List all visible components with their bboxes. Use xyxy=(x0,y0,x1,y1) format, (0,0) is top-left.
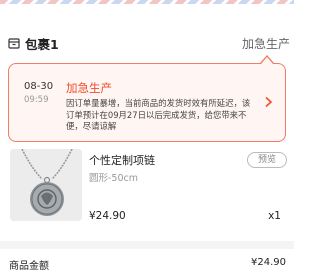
notice-date: 08-30 xyxy=(24,81,54,92)
package-header: 包裹1 加急生产 xyxy=(8,32,290,54)
notice-heading: 加急生产 xyxy=(66,81,112,95)
amount-row: 商品金额 ¥24.90 xyxy=(0,249,294,274)
notice-time: 09:59 xyxy=(24,95,49,105)
notice-body: 因订单量暴增，当前商品的发货时效有所延迟，该订单预计在09月27日以后完成发货，… xyxy=(66,98,251,131)
package-title: 包裹1 xyxy=(25,36,59,52)
product-price: ¥24.90 xyxy=(89,210,126,222)
product-image[interactable] xyxy=(10,149,82,221)
section-divider xyxy=(0,241,294,249)
necklace-pendant-image xyxy=(10,149,82,221)
product-name[interactable]: 个性定制项链 xyxy=(89,152,155,168)
preview-button[interactable]: 预览 xyxy=(247,152,287,168)
amount-label: 商品金额 xyxy=(9,261,49,272)
product-spec: 圆形-50cm xyxy=(89,173,138,184)
package-status: 加急生产 xyxy=(241,36,290,51)
production-notice[interactable]: 08-30 09:59 加急生产 因订单量暴增，当前商品的发货时效有所延迟，该订… xyxy=(8,63,286,142)
product-quantity: x1 xyxy=(268,210,281,222)
notice-pointer-fill xyxy=(261,57,273,64)
package-icon xyxy=(8,38,20,49)
amount-value: ¥24.90 xyxy=(251,257,286,268)
chevron-right-icon[interactable] xyxy=(263,96,273,108)
